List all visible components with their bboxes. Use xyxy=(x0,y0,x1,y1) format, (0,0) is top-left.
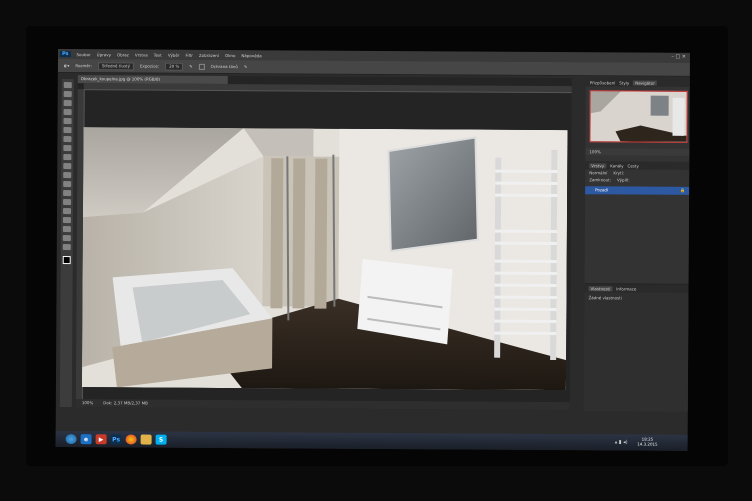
tab-styles[interactable]: Styly xyxy=(619,80,629,85)
layer-name: Pozadí xyxy=(595,187,609,193)
menu-item-soubor[interactable]: Soubor xyxy=(77,52,91,57)
crop-tool-icon[interactable] xyxy=(63,118,72,125)
menu-item-text[interactable]: Text xyxy=(154,52,162,57)
menu-item-filtr[interactable]: Filtr xyxy=(185,52,192,57)
pressure-icon[interactable]: ✎ xyxy=(244,64,247,69)
menu-item-vyber[interactable]: Výběr xyxy=(168,52,180,57)
shape-tool-icon[interactable] xyxy=(62,226,71,233)
image-canvas[interactable] xyxy=(81,127,568,391)
opacity-label: Krytí: xyxy=(613,170,625,176)
skype-icon[interactable]: S xyxy=(155,434,167,445)
menu-item-zobrazeni[interactable]: Zobrazení xyxy=(199,52,219,57)
tool-preset-icon[interactable]: ◐▾ xyxy=(64,63,70,68)
menu-item-okno[interactable]: Okno xyxy=(225,53,235,58)
exposure-label: Expozice: xyxy=(139,63,160,69)
quick-select-tool-icon[interactable] xyxy=(63,109,72,116)
dodge-tool-icon[interactable] xyxy=(63,190,72,197)
menu-item-napoveda[interactable]: Nápověda xyxy=(241,53,261,58)
tab-layers[interactable]: Vrstvy xyxy=(589,162,607,168)
menu-item-upravy[interactable]: Úpravy xyxy=(97,52,111,57)
options-bar: ◐▾ Rozměr: Středně tlustý Expozice: 20 %… xyxy=(57,58,690,77)
photoshop-logo: Ps xyxy=(59,51,71,58)
status-doc-size: Dok: 2,37 MB/2,37 MB xyxy=(103,400,148,406)
clock-date: 14.3.2015 xyxy=(637,441,658,447)
document-window: Obrazek_koupelna.jpg @ 100% (RGB/8) xyxy=(75,75,572,411)
navigator-zoom[interactable]: 100% xyxy=(585,148,690,156)
path-select-tool-icon[interactable] xyxy=(62,217,71,224)
move-tool-icon[interactable] xyxy=(63,82,72,89)
style-label: Rozměr: xyxy=(75,63,92,69)
lasso-tool-icon[interactable] xyxy=(63,100,72,107)
tab-navigator[interactable]: Navigátor xyxy=(633,80,657,86)
style-select[interactable]: Středně tlustý xyxy=(97,61,135,70)
navigator-thumbnail-image xyxy=(590,91,687,142)
airbrush-icon[interactable]: ✎ xyxy=(189,64,192,69)
pen-tool-icon[interactable] xyxy=(63,199,72,206)
status-bar: 100% Dok: 2,37 MB/2,37 MB xyxy=(75,399,570,411)
clone-stamp-tool-icon[interactable] xyxy=(63,154,72,161)
exposure-field[interactable]: 20 % xyxy=(165,62,184,71)
internet-explorer-icon[interactable]: e xyxy=(80,434,92,445)
chrome-icon[interactable] xyxy=(125,434,137,445)
foreground-color-swatch[interactable] xyxy=(62,256,71,265)
tab-paths[interactable]: Cesty xyxy=(628,163,639,168)
folder-icon[interactable] xyxy=(140,434,152,445)
tab-channels[interactable]: Kanály xyxy=(610,163,623,168)
lock-icon: 🔒 xyxy=(680,187,686,193)
photoshop-taskbar-icon[interactable]: Ps xyxy=(110,434,122,445)
navigator-tabs: Přizpůsobení Styly Navigátor xyxy=(585,78,690,87)
zoom-tool-icon[interactable] xyxy=(62,244,71,251)
fill-label: Výplň: xyxy=(617,177,630,183)
taskbar-clock[interactable]: 18:25 14.3.2015 xyxy=(637,437,657,447)
system-tray-icons[interactable]: ▴ ▮ ◂) xyxy=(615,439,628,445)
layer-lock-row: Zamknout: Výplň: xyxy=(585,176,689,184)
protect-tones-label: Ochrana tónů xyxy=(210,63,238,70)
eraser-tool-icon[interactable] xyxy=(63,172,72,179)
properties-empty-text: Žádné vlastnosti xyxy=(588,295,622,301)
menu-item-obraz[interactable]: Obraz xyxy=(117,52,129,57)
healing-tool-icon[interactable] xyxy=(63,136,72,143)
lock-label: Zamknout: xyxy=(589,177,612,183)
media-player-icon[interactable]: ▶ xyxy=(95,434,107,445)
bathroom-render-image xyxy=(81,127,568,391)
tab-adjustments[interactable]: Přizpůsobení xyxy=(590,80,615,85)
hand-tool-icon[interactable] xyxy=(62,235,71,242)
start-button-icon[interactable] xyxy=(65,434,77,445)
layer-row-background[interactable]: Pozadí 🔒 xyxy=(585,186,690,195)
gradient-tool-icon[interactable] xyxy=(63,181,72,188)
protect-tones-checkbox[interactable] xyxy=(198,63,205,70)
history-brush-tool-icon[interactable] xyxy=(63,163,72,170)
screen: Ps Soubor Úpravy Obraz Vrstva Text Výběr… xyxy=(55,49,690,451)
marquee-tool-icon[interactable] xyxy=(63,91,72,98)
window-controls[interactable]: – □ × xyxy=(671,54,686,60)
type-tool-icon[interactable] xyxy=(62,208,72,215)
horizontal-ruler xyxy=(83,83,572,94)
brush-tool-icon[interactable] xyxy=(63,145,72,152)
tab-info[interactable]: Informace xyxy=(616,286,636,291)
status-zoom[interactable]: 100% xyxy=(82,399,93,407)
menu-item-vrstva[interactable]: Vrstva xyxy=(135,52,148,57)
eyedropper-tool-icon[interactable] xyxy=(63,127,72,134)
navigator-preview[interactable] xyxy=(589,90,688,143)
properties-panel: Vlastnosti Informace Žádné vlastnosti xyxy=(583,283,689,412)
tools-panel xyxy=(59,79,74,408)
tab-properties[interactable]: Vlastnosti xyxy=(588,285,613,291)
right-panels: Přizpůsobení Styly Navigátor 100% Vrstvy… xyxy=(583,78,690,412)
